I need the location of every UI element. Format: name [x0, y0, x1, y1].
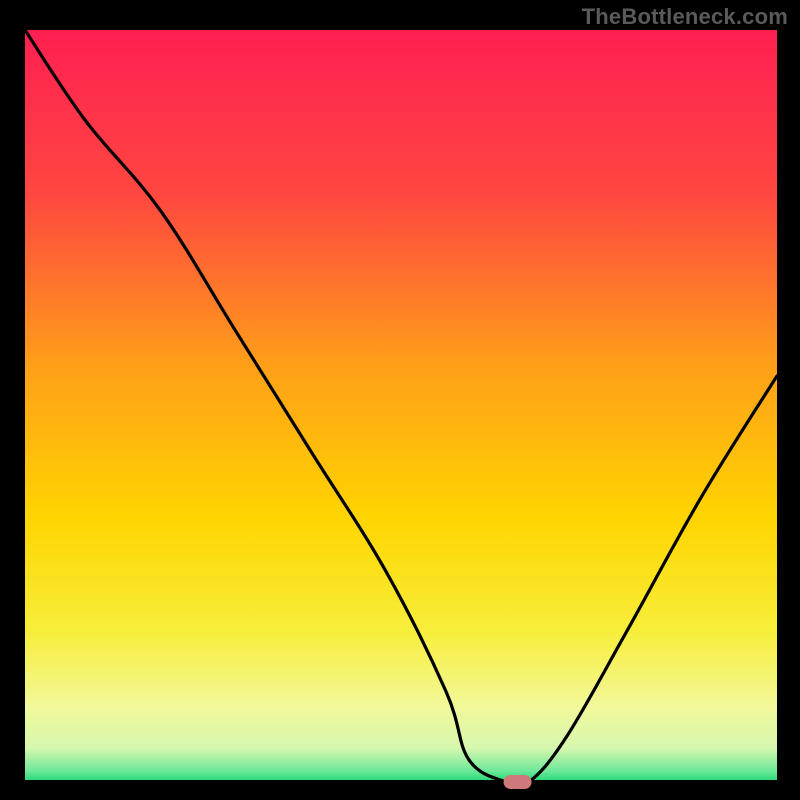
plot-background: [25, 30, 777, 782]
chart-stage: TheBottleneck.com: [0, 0, 800, 800]
highlight-marker: [504, 775, 532, 789]
bottleneck-chart: [0, 0, 800, 800]
